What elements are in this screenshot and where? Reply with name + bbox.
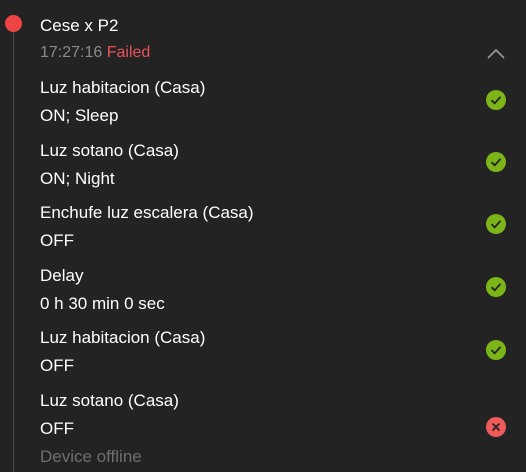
check-circle-icon	[486, 340, 506, 360]
step-value: OFF	[40, 419, 74, 438]
step-item: Luz sotano (Casa) ON; Night	[40, 140, 510, 190]
check-circle-icon	[486, 152, 506, 172]
step-value: 0 h 30 min 0 sec	[40, 294, 165, 313]
check-circle-icon	[486, 90, 506, 110]
run-status: 17:27:16 Failed	[40, 42, 150, 64]
automation-title: Cese x P2	[40, 16, 119, 35]
step-value: OFF	[40, 231, 74, 250]
run-status-label: Failed	[106, 44, 151, 61]
chevron-up-icon[interactable]	[484, 44, 508, 62]
step-item: Luz habitacion (Casa) ON; Sleep	[40, 77, 510, 127]
step-name: Luz sotano (Casa)	[40, 391, 179, 410]
step-name: Luz habitacion (Casa)	[40, 78, 206, 97]
step-name: Luz sotano (Casa)	[40, 141, 179, 160]
check-circle-icon	[486, 277, 506, 297]
step-name: Delay	[40, 266, 84, 285]
step-item-failed: Luz sotano (Casa) OFF Device offline	[40, 390, 510, 468]
step-value: ON; Sleep	[40, 106, 119, 125]
step-item: Enchufe luz escalera (Casa) OFF	[40, 202, 510, 252]
timeline-line	[13, 26, 14, 472]
step-value: OFF	[40, 356, 74, 375]
step-value: ON; Night	[40, 169, 115, 188]
step-error-message: Device offline	[40, 447, 142, 466]
step-name: Enchufe luz escalera (Casa)	[40, 203, 254, 222]
step-item: Luz habitacion (Casa) OFF	[40, 327, 510, 377]
step-item: Delay 0 h 30 min 0 sec	[40, 265, 510, 315]
timeline-status-dot	[5, 15, 22, 32]
run-time: 17:27:16	[40, 44, 103, 61]
error-circle-icon	[486, 417, 506, 437]
check-circle-icon	[486, 214, 506, 234]
step-name: Luz habitacion (Casa)	[40, 328, 206, 347]
